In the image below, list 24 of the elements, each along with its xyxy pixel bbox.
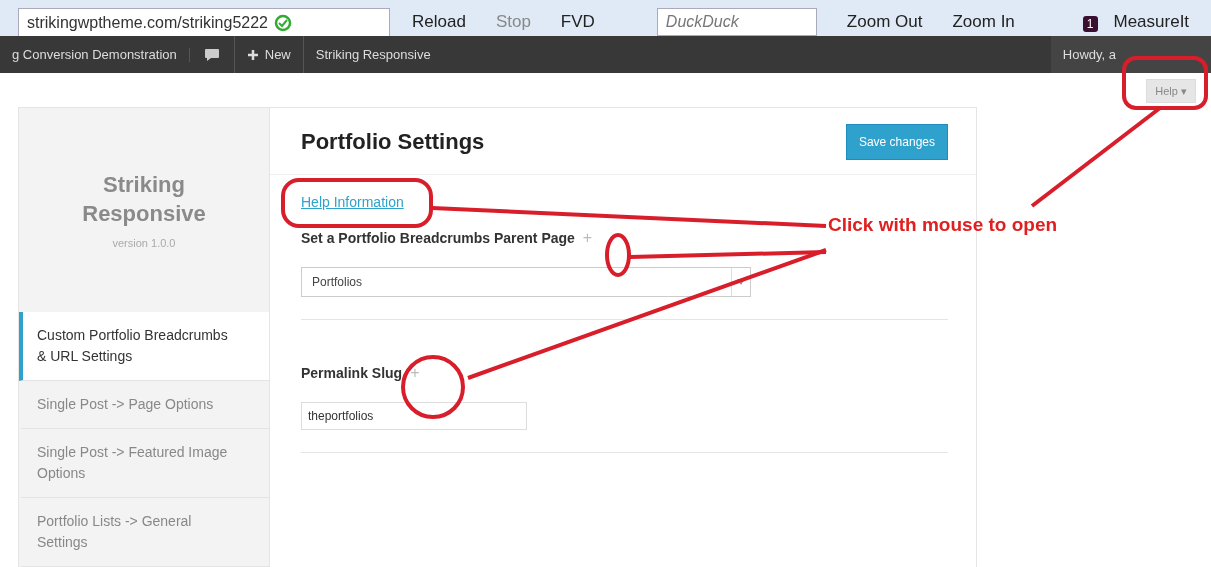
zoom-button[interactable]: Zoom Out [838,12,931,32]
account-greeting[interactable]: Howdy, a [1050,36,1211,73]
address-field[interactable]: strikingwptheme.com/striking5222 [18,8,390,36]
slug-field[interactable]: theportfolios [301,402,527,430]
page-title: Portfolio Settings [301,129,485,155]
new-button[interactable]: New [233,36,303,73]
plus-icon [246,48,259,61]
extension-badge: 1 [1082,16,1098,32]
sidebar-item[interactable]: Custom Portfolio Breadcrumbs & URL Settings [19,312,269,381]
toolbar-button[interactable]: FVD [552,12,603,32]
toolbar-button[interactable]: Reload [404,12,474,32]
annotation-text: Click with mouse to open [828,214,1058,236]
highlight-outline [401,355,465,419]
site-link[interactable]: g Conversion Demonstration [0,47,189,62]
search-field[interactable]: DuckDuck [656,8,817,36]
field-label: Set a Portfolio Breadcrumbs Parent Page [301,230,575,246]
field-label: Permalink Slug [301,365,403,381]
version-label: version 1.0.0 [112,236,176,249]
extension-button[interactable]: MeasureIt [1105,12,1198,32]
highlight-outline [605,233,631,277]
theme-title: Striking Responsive [81,171,207,228]
zoom-button[interactable]: Zoom In [944,12,1023,32]
theme-link[interactable]: Striking Responsive [302,36,443,73]
check-icon [274,14,292,32]
